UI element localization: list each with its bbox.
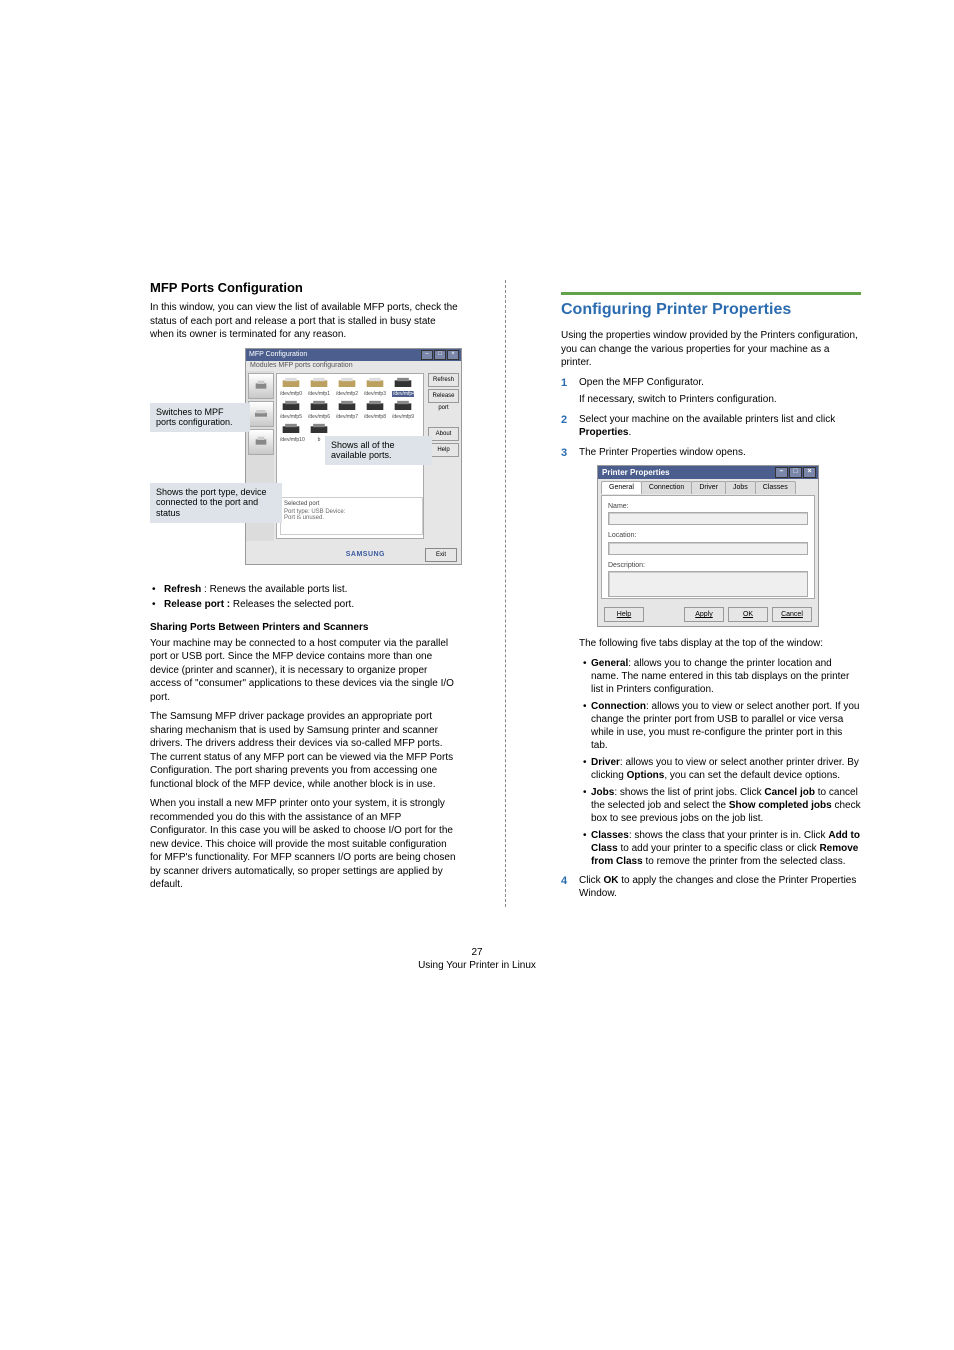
tab-driver[interactable]: Driver — [691, 481, 726, 494]
tab-jobs[interactable]: Jobs — [725, 481, 756, 494]
location-field-group: Location: — [608, 531, 808, 554]
ports-module-icon[interactable] — [248, 429, 274, 455]
ok-button[interactable]: OK — [728, 607, 768, 622]
printers-module-icon[interactable] — [248, 373, 274, 399]
close-icon[interactable]: × — [447, 350, 459, 360]
help-button[interactable]: Help — [428, 443, 459, 457]
tabs-bullets: General: allows you to change the printe… — [579, 657, 861, 868]
port-item[interactable]: /dev/mfp8 — [364, 400, 386, 420]
selected-port-title: Selected port — [284, 501, 419, 507]
name-label: Name: — [608, 502, 808, 511]
exit-button[interactable]: Exit — [425, 548, 457, 562]
step-3: 3 The Printer Properties window opens. P… — [561, 446, 861, 868]
maximize-icon[interactable]: □ — [434, 350, 446, 360]
bullet-driver: Driver: allows you to view or select ano… — [583, 756, 861, 782]
mfp-bullets: Refresh : Renews the available ports lis… — [150, 583, 460, 612]
mfp-config-title: MFP Configuration — [249, 351, 307, 358]
port-item[interactable]: /dev/mfp7 — [336, 400, 358, 420]
sharing-p2: The Samsung MFP driver package provides … — [150, 710, 460, 791]
callout-port-type: Shows the port type, device connected to… — [150, 483, 282, 523]
port-item-selected[interactable]: /dev/mfp4 — [392, 377, 414, 397]
mfp-config-menubar: Modules MFP ports configuration — [246, 361, 461, 371]
port-item[interactable]: /dev/mfp9 — [392, 400, 414, 420]
description-field-group: Description: — [608, 561, 808, 597]
location-input[interactable] — [608, 542, 808, 555]
refresh-button[interactable]: Refresh — [428, 373, 459, 387]
port-item[interactable]: /dev/mfp10 — [280, 423, 302, 443]
pp-titlebar: Printer Properties – □ × — [598, 466, 818, 479]
bullet-jobs: Jobs: shows the list of print jobs. Clic… — [583, 786, 861, 825]
bullet-release-port: Release port : Releases the selected por… — [164, 598, 460, 612]
port-item[interactable]: /dev/mfp2 — [336, 377, 358, 397]
help-button[interactable]: Help — [604, 607, 644, 622]
maximize-icon[interactable]: □ — [789, 467, 802, 478]
minimize-icon[interactable]: – — [421, 350, 433, 360]
release-port-button[interactable]: Release port — [428, 389, 459, 403]
pp-tabs: General Connection Driver Jobs Classes — [598, 479, 818, 495]
port-item[interactable]: /dev/mfp3 — [364, 377, 386, 397]
configuring-intro: Using the properties window provided by … — [561, 329, 861, 370]
close-icon[interactable]: × — [803, 467, 816, 478]
configuring-heading: Configuring Printer Properties — [561, 292, 861, 319]
about-button[interactable]: About — [428, 427, 459, 441]
bullet-classes: Classes: shows the class that your print… — [583, 829, 861, 868]
bullet-refresh: Refresh : Renews the available ports lis… — [164, 583, 460, 597]
mfp-ports-intro: In this window, you can view the list of… — [150, 301, 460, 342]
callout-switches: Switches to MPF ports configuration. — [150, 403, 250, 433]
sharing-heading: Sharing Ports Between Printers and Scann… — [150, 622, 460, 633]
apply-button[interactable]: Apply — [684, 607, 724, 622]
port-item[interactable]: /dev/mfp6 — [308, 400, 330, 420]
minimize-icon[interactable]: – — [775, 467, 788, 478]
sharing-p3: When you install a new MFP printer onto … — [150, 797, 460, 892]
port-item[interactable]: /dev/mfp1 — [308, 377, 330, 397]
step-1: 1 Open the MFP Configurator. If necessar… — [561, 376, 861, 407]
printer-properties-figure: Printer Properties – □ × General Connect… — [597, 465, 819, 627]
name-field-group: Name: — [608, 502, 808, 525]
samsung-logo: SAMSUNG — [346, 551, 385, 558]
tab-general[interactable]: General — [601, 481, 642, 494]
mfp-config-titlebar: MFP Configuration – □ × — [246, 349, 461, 361]
scanners-module-icon[interactable] — [248, 401, 274, 427]
step-4: 4 Click OK to apply the changes and clos… — [561, 874, 861, 901]
description-input[interactable] — [608, 571, 808, 597]
footer-line: Using Your Printer in Linux — [150, 960, 804, 971]
mfp-ports-heading: MFP Ports Configuration — [150, 280, 460, 295]
selected-port-line2: Port is unused. — [284, 515, 419, 521]
selected-port-panel: Selected port Port type: USB Device: Por… — [280, 497, 423, 535]
sharing-p1: Your machine may be connected to a host … — [150, 637, 460, 705]
page-footer: 27 Using Your Printer in Linux — [150, 947, 804, 971]
pp-title: Printer Properties — [602, 468, 670, 477]
tab-classes[interactable]: Classes — [755, 481, 796, 494]
description-label: Description: — [608, 561, 808, 570]
port-item[interactable]: /dev/mfp0 — [280, 377, 302, 397]
step-1-note: If necessary, switch to Printers configu… — [579, 393, 861, 407]
name-input[interactable] — [608, 512, 808, 525]
location-label: Location: — [608, 531, 808, 540]
pp-general-panel: Name: Location: Description: — [601, 495, 815, 599]
tab-connection[interactable]: Connection — [641, 481, 692, 494]
cancel-button[interactable]: Cancel — [772, 607, 812, 622]
tabs-intro: The following five tabs display at the t… — [579, 637, 861, 651]
mfp-ports-figure: MFP Configuration – □ × Modules MFP port… — [150, 348, 460, 573]
port-item[interactable]: /dev/mfp5 — [280, 400, 302, 420]
page-number: 27 — [150, 947, 804, 958]
bullet-general: General: allows you to change the printe… — [583, 657, 861, 696]
bullet-connection: Connection: allows you to view or select… — [583, 700, 861, 752]
callout-all-ports: Shows all of the available ports. — [325, 436, 432, 466]
step-2: 2 Select your machine on the available p… — [561, 413, 861, 440]
